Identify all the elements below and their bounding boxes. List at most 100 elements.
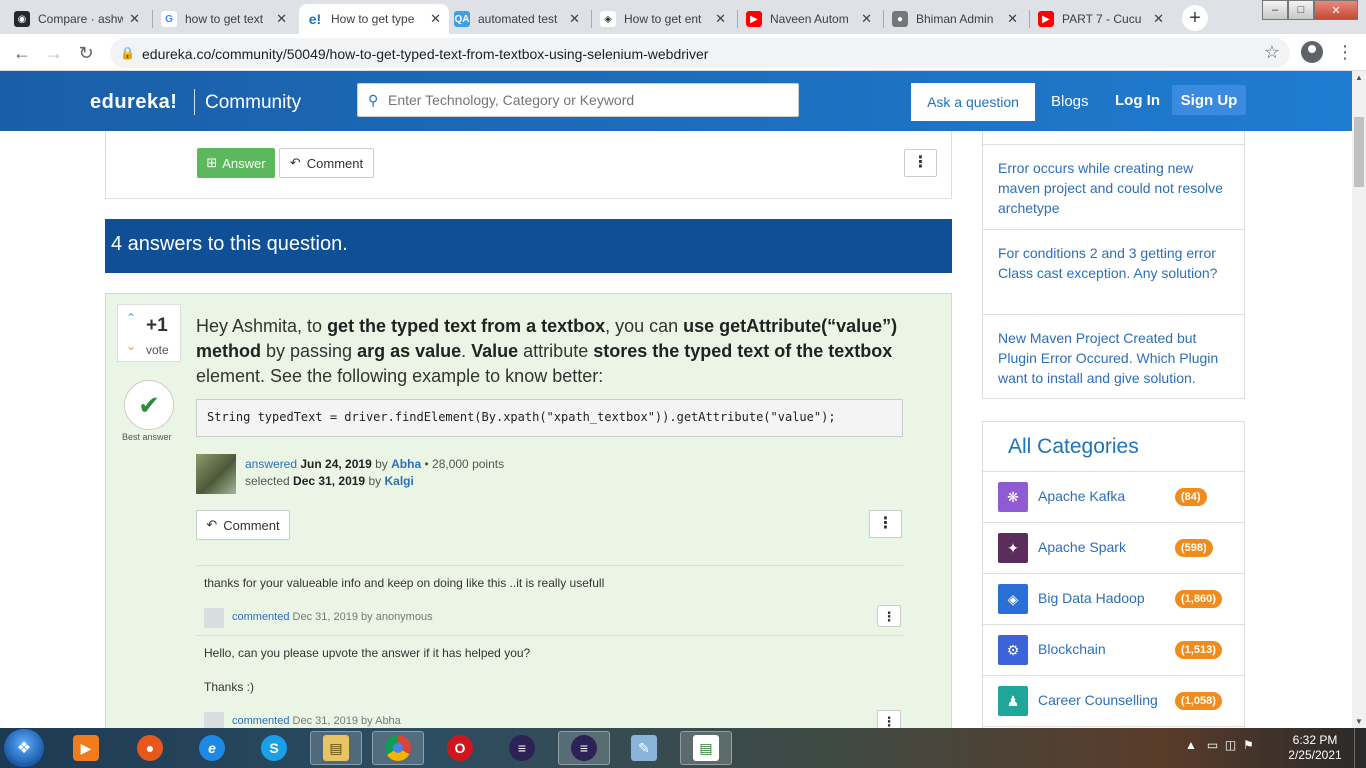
selected-by-link[interactable]: Kalgi	[384, 474, 413, 488]
edureka-logo[interactable]: edureka!	[90, 91, 177, 114]
url-text[interactable]: edureka.co/community/50049/how-to-get-ty…	[142, 46, 708, 62]
opera-icon[interactable]: O	[434, 731, 486, 765]
commented-link[interactable]: commented	[232, 715, 289, 727]
comment-more-options-icon[interactable]: ⋮	[877, 710, 901, 728]
category-name[interactable]: Career Counselling	[1038, 692, 1158, 708]
answer-more-options-icon[interactable]: ⋮	[869, 510, 902, 538]
kafka-icon: ❋	[998, 482, 1028, 512]
blogs-link[interactable]: Blogs	[1051, 93, 1089, 110]
forward-button[interactable]: →	[44, 43, 64, 64]
category-count-badge: (1,058)	[1175, 692, 1222, 710]
media-player-icon[interactable]: ▶	[60, 731, 112, 765]
google-icon: G	[161, 11, 177, 27]
comment-more-options-icon[interactable]: ⋮	[877, 605, 901, 627]
start-button-windows-icon[interactable]: ❖	[4, 729, 44, 767]
community-label[interactable]: Community	[205, 92, 301, 114]
close-tab-icon[interactable]: ✕	[276, 11, 287, 27]
question-comment-button[interactable]: ↶ Comment	[279, 148, 374, 178]
minimize-button[interactable]: –	[1262, 0, 1288, 20]
bookmark-star-icon[interactable]: ☆	[1264, 42, 1280, 63]
file-explorer-icon[interactable]: ▤	[310, 731, 362, 765]
profile-avatar-icon[interactable]	[1301, 41, 1323, 63]
browser-tab[interactable]: Ghow to get text ✕	[153, 4, 295, 34]
answered-link[interactable]: answered	[245, 457, 297, 471]
internet-explorer-icon[interactable]: e	[186, 731, 238, 765]
scroll-up-arrow-icon[interactable]: ▲	[1355, 73, 1363, 82]
scrollbar-thumb[interactable]	[1354, 117, 1364, 187]
close-tab-icon[interactable]: ✕	[569, 11, 580, 27]
author-link[interactable]: Abha	[391, 457, 421, 471]
browser-tab[interactable]: ▶ Naveen Autom ✕	[738, 4, 880, 34]
reload-button[interactable]: ↻	[76, 43, 96, 64]
signup-button[interactable]: Sign Up	[1172, 85, 1246, 115]
author-avatar[interactable]	[196, 454, 236, 494]
browser-tab[interactable]: e! How to get type ✕	[299, 4, 449, 34]
device-icon[interactable]: ▭	[1207, 738, 1218, 752]
network-icon[interactable]: ◫	[1225, 738, 1236, 752]
question-more-options-icon[interactable]: ⋮	[904, 149, 937, 177]
selected-date: Dec 31, 2019	[293, 474, 366, 488]
tray-expand-icon[interactable]: ▲	[1185, 738, 1197, 752]
omnibox[interactable]: 🔒 edureka.co/community/50049/how-to-get-…	[110, 38, 1290, 68]
show-desktop-button[interactable]	[1354, 728, 1366, 768]
category-item[interactable]: ◈ Big Data Hadoop (1,860)	[983, 574, 1244, 625]
related-question-link[interactable]: Error occurs while creating new maven pr…	[983, 144, 1244, 229]
ask-question-button[interactable]: Ask a question	[911, 83, 1035, 121]
category-item[interactable]: ✦ Apache Spark (598)	[983, 523, 1244, 574]
related-question-link[interactable]: For conditions 2 and 3 getting error Cla…	[983, 229, 1244, 314]
taskbar-clock[interactable]: 6:32 PM 2/25/2021	[1285, 733, 1345, 763]
browser-tab[interactable]: ● Bhiman Admin ✕	[884, 4, 1026, 34]
comment-text-line2: Thanks :)	[204, 680, 255, 694]
category-name[interactable]: Blockchain	[1038, 641, 1106, 657]
browser-tab[interactable]: ◈ How to get ent ✕	[592, 4, 734, 34]
eclipse-icon[interactable]: ≡	[496, 731, 548, 765]
close-tab-icon[interactable]: ✕	[129, 11, 140, 27]
back-button[interactable]: ←	[12, 43, 32, 64]
site-search-input[interactable]	[388, 90, 788, 110]
browser-tab[interactable]: ◉ Compare · ashw ✕	[6, 4, 148, 34]
answer-emphasis: stores the typed text of the textbox	[593, 341, 893, 361]
close-tab-icon[interactable]: ✕	[430, 11, 441, 27]
firefox-icon[interactable]: ●	[124, 731, 176, 765]
commenter-avatar	[204, 608, 224, 628]
skype-icon[interactable]: S	[248, 731, 300, 765]
close-tab-icon[interactable]: ✕	[715, 11, 726, 27]
diamond-site-icon: ◈	[600, 11, 616, 27]
notes-app-icon[interactable]: ✎	[618, 731, 670, 765]
chart-app-icon[interactable]: ▤	[680, 731, 732, 765]
close-tab-icon[interactable]: ✕	[1153, 11, 1164, 27]
upvote-chevron-icon[interactable]: ⌃	[126, 311, 136, 325]
chrome-icon[interactable]	[372, 731, 424, 765]
flag-icon[interactable]: ⚑	[1243, 738, 1254, 752]
close-tab-icon[interactable]: ✕	[1007, 11, 1018, 27]
page-scrollbar[interactable]: ▲ ▼	[1352, 71, 1366, 728]
close-tab-icon[interactable]: ✕	[861, 11, 872, 27]
commented-link[interactable]: commented	[232, 611, 289, 623]
answer-text: Hey Ashmita, to	[196, 316, 328, 336]
tab-separator	[1029, 10, 1030, 28]
category-name[interactable]: Apache Spark	[1038, 539, 1126, 555]
category-name[interactable]: Apache Kafka	[1038, 488, 1125, 504]
new-tab-button[interactable]: +	[1182, 5, 1208, 31]
browser-tab[interactable]: ▶ PART 7 - Cucu ✕	[1030, 4, 1172, 34]
browser-menu-icon[interactable]: ⋮	[1336, 42, 1354, 63]
answer-comment-button[interactable]: ↶ Comment	[196, 510, 290, 540]
tab-separator	[152, 10, 153, 28]
login-link[interactable]: Log In	[1115, 92, 1160, 109]
browser-tab[interactable]: QA automated test ✕	[446, 4, 588, 34]
category-name[interactable]: Big Data Hadoop	[1038, 590, 1145, 606]
maximize-button[interactable]: □	[1288, 0, 1314, 20]
category-item[interactable]: ⚙ Blockchain (1,513)	[983, 625, 1244, 676]
category-item[interactable]: ❋ Apache Kafka (84)	[983, 472, 1244, 523]
career-counselling-icon: ♟	[998, 686, 1028, 716]
downvote-chevron-icon[interactable]: ⌄	[126, 339, 136, 353]
related-question-link[interactable]: New Maven Project Created but Plugin Err…	[983, 314, 1244, 399]
clock-date: 2/25/2021	[1288, 748, 1342, 762]
close-window-button[interactable]: ✕	[1314, 0, 1358, 20]
eclipse-ide-icon[interactable]: ≡	[558, 731, 610, 765]
category-item[interactable]: ♟ Career Counselling (1,058)	[983, 676, 1244, 727]
best-answer-card: ⌃ ⌄ +1 vote ✔ Best answer Hey Ashmita, t…	[105, 293, 952, 728]
scroll-down-arrow-icon[interactable]: ▼	[1355, 717, 1363, 726]
site-search-box[interactable]: ⚲	[357, 83, 799, 117]
answer-button[interactable]: ⊞ Answer	[197, 148, 275, 178]
